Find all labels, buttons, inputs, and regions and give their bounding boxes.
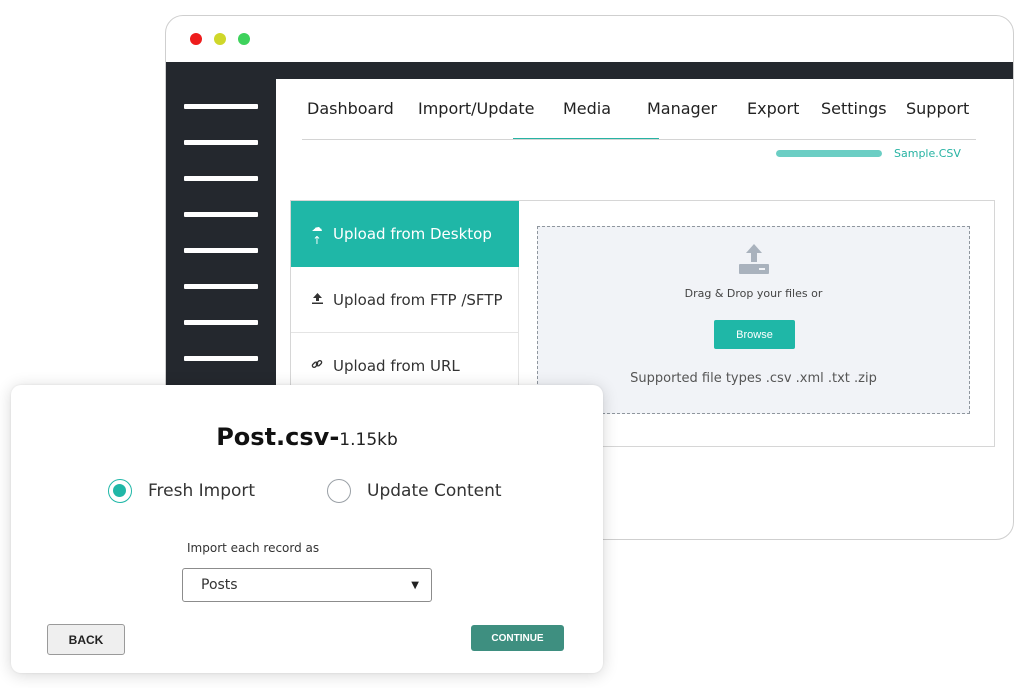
record-type-value: Posts: [201, 577, 238, 593]
sidebar-item[interactable]: [184, 320, 258, 325]
upload-progress-fill: [776, 150, 882, 157]
fresh-import-radio[interactable]: [108, 479, 132, 503]
upload-from-ftp-option[interactable]: Upload from FTP /SFTP: [291, 267, 519, 333]
sidebar-item[interactable]: [184, 104, 258, 109]
import-modal: Post.csv-1.15kb Fresh Import Update Cont…: [11, 385, 603, 673]
record-type-label: Import each record as: [187, 541, 320, 555]
tab-settings[interactable]: Settings: [821, 99, 887, 118]
upload-option-label: Upload from FTP /SFTP: [333, 290, 503, 309]
upload-icon: [309, 292, 325, 307]
upload-tray-icon: [739, 244, 769, 274]
dropzone-instructions: Drag & Drop your files or: [684, 287, 823, 300]
tab-export[interactable]: Export: [747, 99, 799, 118]
back-button[interactable]: BACK: [47, 624, 125, 655]
file-size: 1.15kb: [339, 430, 398, 450]
upload-option-label: Upload from Desktop: [333, 224, 492, 243]
tab-support[interactable]: Support: [906, 99, 969, 118]
upload-option-label: Upload from URL: [333, 356, 460, 375]
tab-manager[interactable]: Manager: [647, 99, 717, 118]
sidebar-item[interactable]: [184, 284, 258, 289]
file-name: Post.csv-: [216, 423, 340, 451]
chevron-down-icon: ▼: [411, 579, 419, 591]
sidebar-item[interactable]: [184, 212, 258, 217]
tab-import-update[interactable]: Import/Update: [418, 99, 534, 118]
continue-button[interactable]: CONTINUE: [471, 625, 564, 651]
file-dropzone[interactable]: Drag & Drop your files or Browse Support…: [537, 226, 970, 414]
browse-button[interactable]: Browse: [714, 320, 795, 349]
upload-from-desktop-option[interactable]: ☁↑ Upload from Desktop: [291, 201, 519, 267]
sidebar-item[interactable]: [184, 248, 258, 253]
sidebar-item[interactable]: [184, 140, 258, 145]
record-type-select[interactable]: Posts ▼: [182, 568, 432, 602]
modal-title: Post.csv-1.15kb: [11, 423, 603, 451]
minimize-window-button[interactable]: [214, 33, 226, 45]
update-content-radio[interactable]: [327, 479, 351, 503]
fresh-import-radio-option[interactable]: Fresh Import: [108, 479, 255, 503]
nav-divider: [302, 139, 976, 140]
sidebar-item[interactable]: [184, 356, 258, 361]
fresh-import-label: Fresh Import: [148, 481, 256, 501]
update-content-radio-option[interactable]: Update Content: [327, 479, 502, 503]
title-bar: [166, 16, 1013, 62]
cloud-upload-icon: ☁↑: [311, 220, 323, 247]
main-nav: Dashboard Import/Update Media Manager Ex…: [276, 79, 1013, 141]
tab-dashboard[interactable]: Dashboard: [307, 99, 394, 118]
link-icon: [309, 358, 325, 373]
tab-media[interactable]: Media: [563, 99, 611, 118]
maximize-window-button[interactable]: [238, 33, 250, 45]
sidebar-item[interactable]: [184, 176, 258, 181]
supported-file-types: Supported file types .csv .xml .txt .zip: [630, 371, 877, 386]
top-bar: [166, 62, 1013, 79]
close-window-button[interactable]: [190, 33, 202, 45]
upload-progress-bar: [776, 150, 882, 157]
uploaded-file-name: Sample.CSV: [894, 147, 961, 160]
update-content-label: Update Content: [367, 481, 502, 501]
